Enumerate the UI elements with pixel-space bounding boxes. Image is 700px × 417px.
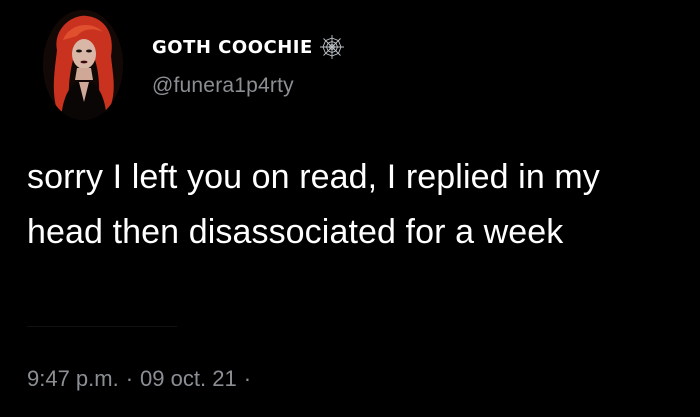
author-name-row: GOTH COOCHIE xyxy=(152,34,345,60)
tweet-text: sorry I left you on read, I replied in m… xyxy=(27,158,600,251)
spiderweb-icon xyxy=(319,34,345,60)
tweet-metadata: 9:47 p.m. · 09 oct. 21 · xyxy=(27,366,258,392)
avatar[interactable] xyxy=(43,10,123,120)
tweet-header: GOTH COOCHIE @funera1p4rty xyxy=(152,34,345,98)
divider xyxy=(27,326,177,327)
tweet-time[interactable]: 9:47 p.m. xyxy=(27,366,119,392)
avatar-image xyxy=(43,10,123,120)
meta-separator: · xyxy=(125,366,134,391)
author-handle[interactable]: @funera1p4rty xyxy=(152,74,345,98)
tweet-date[interactable]: 09 oct. 21 xyxy=(140,366,237,392)
author-display-name[interactable]: GOTH COOCHIE xyxy=(152,37,313,58)
meta-trailing-separator: · xyxy=(243,366,252,391)
tweet-card: GOTH COOCHIE @funera1p4rty sorry I left xyxy=(0,0,700,417)
